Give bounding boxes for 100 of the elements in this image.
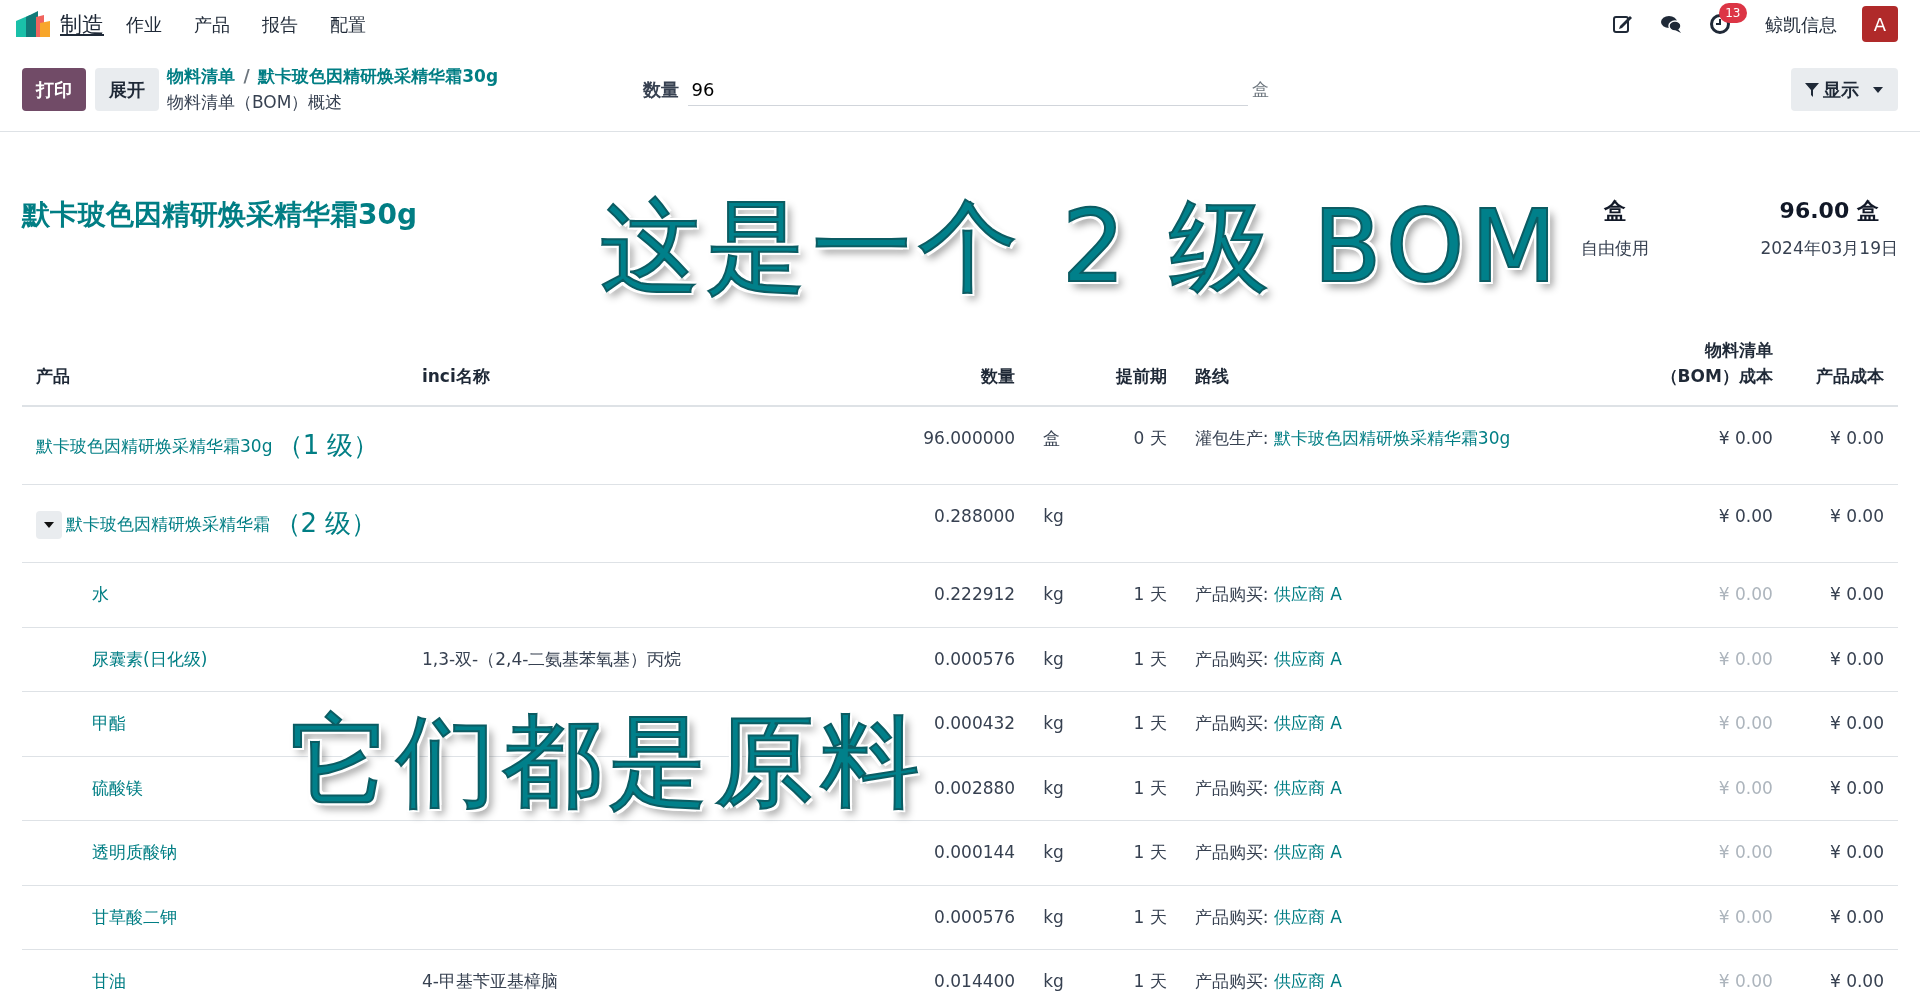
summary-value: 96.00 盒: [1779, 197, 1879, 225]
product-cost: ¥ 0.00: [1829, 842, 1884, 862]
lead-time: 1 天: [1133, 842, 1167, 862]
bom-cost: ¥ 0.00: [1718, 648, 1773, 669]
product-link[interactable]: 甲酯: [92, 713, 126, 733]
lead-time: 1 天: [1133, 906, 1167, 927]
route-link[interactable]: 供应商 A: [1273, 777, 1342, 798]
menu-item[interactable]: 产品: [194, 10, 230, 38]
filter-icon: [1805, 81, 1819, 98]
product-cost: ¥ 0.00: [1829, 713, 1884, 733]
bom-cost: ¥ 0.00: [1718, 713, 1773, 733]
route-text: 产品购买: 供应商 A: [1194, 713, 1342, 733]
route-text: 灌包生产: 默卡玻色因精研焕采精华霜30g: [1194, 428, 1511, 448]
menu-item[interactable]: 报告: [262, 10, 298, 38]
menu-item[interactable]: 作业: [126, 10, 162, 38]
quantity-value: 96.000000: [923, 428, 1016, 448]
route-link[interactable]: 供应商 A: [1273, 971, 1342, 991]
app-name[interactable]: 制造: [60, 7, 104, 41]
product-link[interactable]: 水: [92, 584, 109, 604]
product-link[interactable]: 尿囊素(日化级): [92, 648, 208, 669]
report-title[interactable]: 默卡玻色因精研焕采精华霜30g: [22, 194, 417, 236]
app-logo-icon[interactable]: [16, 11, 50, 37]
menu-item[interactable]: 配置: [330, 10, 366, 38]
quantity-value: 0.000432: [934, 713, 1016, 733]
quantity-value: 0.000576: [934, 648, 1016, 669]
product-cost: ¥ 0.00: [1829, 777, 1884, 798]
route-link[interactable]: 供应商 A: [1273, 713, 1342, 733]
level-annotation: （2 级）: [274, 508, 378, 538]
product-link[interactable]: 透明质酸钠: [92, 842, 177, 862]
quantity-value: 0.000576: [934, 906, 1016, 927]
lead-time: 1 天: [1133, 648, 1167, 669]
breadcrumb-link[interactable]: 物料清单: [167, 64, 235, 90]
column-header: 物料清单（BOM）成本: [1615, 332, 1787, 406]
route-text: 产品购买: 供应商 A: [1194, 971, 1342, 991]
product-link[interactable]: 默卡玻色因精研焕采精华霜30g: [36, 436, 273, 456]
display-dropdown-button[interactable]: 显示: [1791, 68, 1898, 111]
print-button[interactable]: 打印: [22, 68, 86, 111]
user-avatar[interactable]: A: [1862, 6, 1898, 42]
quantity-value: 0.000144: [934, 842, 1016, 862]
caret-icon: [1872, 85, 1884, 94]
product-link[interactable]: 默卡玻色因精研焕采精华霜: [66, 514, 271, 534]
annotation-text: 这是一个 2 级 BOM: [600, 187, 1563, 307]
route-link[interactable]: 默卡玻色因精研焕采精华霜30g: [1273, 428, 1511, 448]
route-link[interactable]: 供应商 A: [1273, 648, 1342, 669]
unit-value: kg: [1043, 584, 1064, 604]
quantity-value: 0.002880: [934, 777, 1016, 798]
summary-label: 2024年03月19日: [1760, 236, 1898, 260]
unit-value: kg: [1043, 906, 1064, 927]
chat-icon[interactable]: [1659, 13, 1683, 35]
product-cost: ¥ 0.00: [1829, 971, 1884, 991]
bom-cost: ¥ 0.00: [1718, 584, 1773, 604]
product-link[interactable]: 甘油: [92, 971, 126, 991]
route-link[interactable]: 供应商 A: [1273, 842, 1342, 862]
breadcrumb-link[interactable]: 默卡玻色因精研焕采精华霜30g: [258, 64, 499, 90]
lead-time: 1 天: [1133, 971, 1167, 991]
route-text: 产品购买: 供应商 A: [1194, 584, 1342, 604]
bom-cost: ¥ 0.00: [1718, 971, 1773, 991]
quantity-value: 0.222912: [934, 584, 1016, 604]
route-text: 产品购买: 供应商 A: [1194, 777, 1342, 798]
inci-name: 1,3-双-（2,4-二氨基苯氧基）丙烷: [421, 648, 682, 669]
activity-count-badge: 13: [1719, 3, 1747, 23]
quantity-unit: 盒: [1251, 77, 1269, 101]
bom-cost: ¥ 0.00: [1718, 777, 1773, 798]
bom-cost: ¥ 0.00: [1718, 906, 1773, 927]
column-header: 数量: [852, 332, 1030, 406]
caret-icon: [43, 521, 55, 530]
product-link[interactable]: 硫酸镁: [92, 777, 143, 798]
bom-cost: ¥ 0.00: [1718, 506, 1773, 526]
expand-button[interactable]: 展开: [94, 68, 159, 111]
lead-time: 0 天: [1133, 428, 1167, 448]
product-cost: ¥ 0.00: [1829, 428, 1884, 448]
unit-value: kg: [1043, 648, 1064, 669]
product-cost: ¥ 0.00: [1829, 584, 1884, 604]
unit-value: kg: [1043, 777, 1064, 798]
product-link[interactable]: 甘草酸二钾: [92, 906, 177, 927]
unit-value: kg: [1043, 713, 1064, 733]
lead-time: 1 天: [1133, 584, 1167, 604]
edit-icon[interactable]: [1611, 13, 1634, 35]
product-cost: ¥ 0.00: [1829, 506, 1884, 526]
collapse-toggle-button[interactable]: [36, 511, 62, 539]
summary-label: 自由使用: [1581, 236, 1650, 260]
breadcrumb-separator: /: [243, 65, 250, 88]
unit-value: kg: [1043, 971, 1064, 991]
unit-value: kg: [1043, 506, 1064, 526]
inci-name: 4-甲基苄亚基樟脑: [421, 971, 558, 991]
product-cost: ¥ 0.00: [1829, 648, 1884, 669]
summary-value: 盒: [1604, 197, 1627, 225]
quantity-value: 0.288000: [934, 506, 1016, 526]
company-name[interactable]: 鲸凯信息: [1764, 10, 1837, 38]
column-header: 路线: [1180, 332, 1616, 406]
column-header: 提前期: [1089, 332, 1181, 406]
bom-cost: ¥ 0.00: [1718, 842, 1773, 862]
route-link[interactable]: 供应商 A: [1273, 584, 1342, 604]
quantity-label: 数量: [643, 78, 680, 102]
lead-time: 1 天: [1133, 777, 1167, 798]
route-link[interactable]: 供应商 A: [1273, 906, 1342, 927]
column-header: inci名称: [407, 332, 853, 406]
level-annotation: （1 级）: [276, 430, 380, 460]
unit-value: 盒: [1043, 428, 1061, 448]
unit-value: kg: [1043, 842, 1064, 862]
